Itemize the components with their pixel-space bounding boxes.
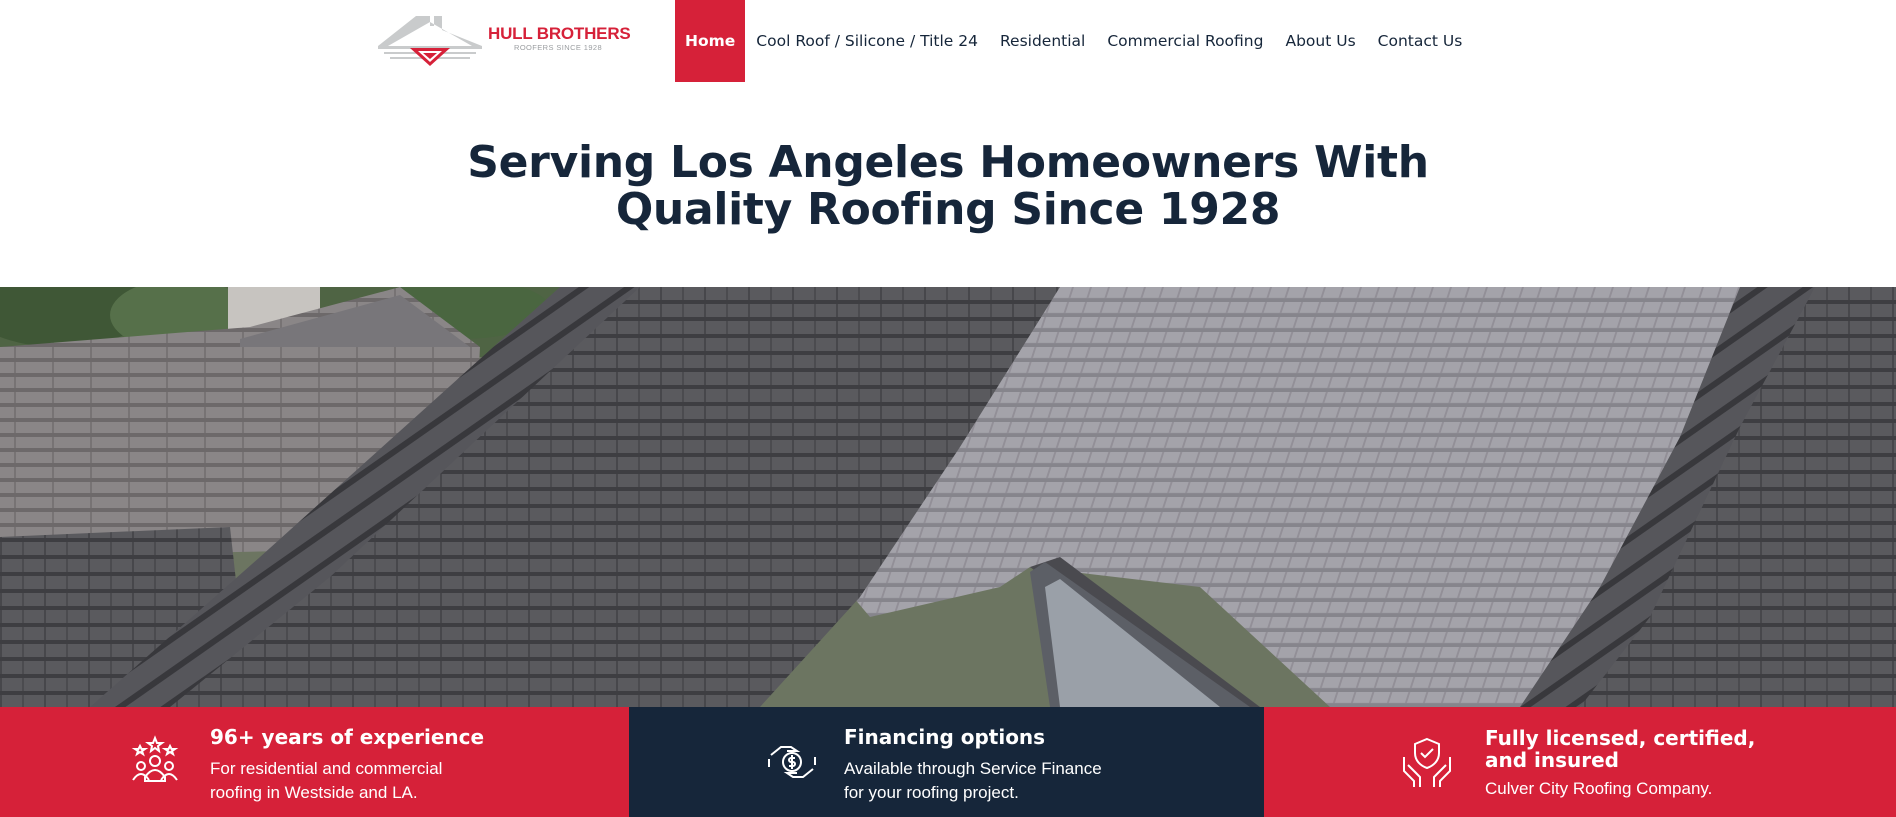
house-roof-logo-icon [378,16,482,66]
nav-item-contact-us[interactable]: Contact Us [1367,0,1474,82]
nav-item-commercial-roofing[interactable]: Commercial Roofing [1096,0,1274,82]
feature-experience-text-line-1: For residential and commercial [210,759,443,778]
feature-licensed-title-line-1: Fully licensed, certified, [1485,726,1756,750]
brand-tagline: ROOFERS SINCE 1928 [514,43,603,52]
feature-experience-text-line-2: roofing in Westside and LA. [210,783,418,802]
hands-shield-check-icon [1403,737,1451,787]
feature-financing-text: Available through Service Finance for yo… [844,757,1102,805]
hero-title-line-1: Serving Los Angeles Homeowners With [467,137,1429,188]
brand-name: HULL BROTHERS [488,24,631,43]
feature-licensed: Fully licensed, certified, and insured C… [1264,707,1896,817]
nav-item-about-us[interactable]: About Us [1274,0,1366,82]
feature-financing: Financing options Available through Serv… [629,707,1264,817]
hand-dollar-coin-icon [768,746,816,778]
hero-title-line-2: Quality Roofing Since 1928 [615,184,1281,235]
nav-item-residential[interactable]: Residential [989,0,1096,82]
hero-title: Serving Los Angeles Homeowners With Qual… [0,139,1896,233]
feature-financing-text-line-2: for your roofing project. [844,783,1019,802]
feature-strip: 96+ years of experience For residential … [0,707,1896,817]
people-stars-icon [131,735,179,782]
feature-experience-title: 96+ years of experience [210,725,485,749]
feature-financing-text-line-1: Available through Service Finance [844,759,1102,778]
feature-experience-text: For residential and commercial roofing i… [210,757,442,805]
site-header: HULL BROTHERS ROOFERS SINCE 1928 Home Co… [0,0,1896,82]
feature-licensed-text: Culver City Roofing Company. [1485,779,1713,798]
brand-logo[interactable]: HULL BROTHERS ROOFERS SINCE 1928 [376,12,631,68]
nav-item-home[interactable]: Home [675,0,746,82]
main-nav: Home Cool Roof / Silicone / Title 24 Res… [675,0,1473,82]
feature-licensed-title: Fully licensed, certified, and insured [1485,727,1755,771]
nav-item-cool-roof[interactable]: Cool Roof / Silicone / Title 24 [745,0,989,82]
hero-roof-image [0,287,1896,707]
feature-experience: 96+ years of experience For residential … [0,707,629,817]
feature-licensed-title-line-2: and insured [1485,748,1619,772]
feature-financing-title: Financing options [844,725,1046,749]
